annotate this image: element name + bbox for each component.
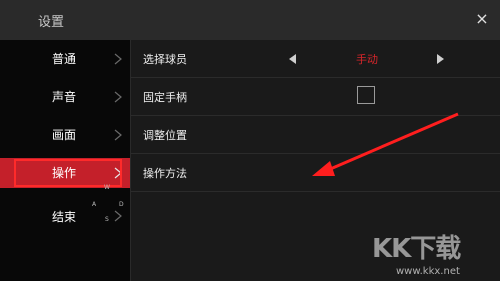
settings-sidebar: 普通 声音 画面 操作 结束 xyxy=(0,40,130,281)
fixed-joystick-checkbox[interactable] xyxy=(357,86,375,104)
sidebar-item-controls[interactable]: 操作 xyxy=(0,158,130,188)
window-title: 设置 xyxy=(38,15,65,30)
chevron-right-icon xyxy=(114,167,122,179)
prev-option-button[interactable] xyxy=(289,54,296,64)
sidebar-item-sound[interactable]: 声音 xyxy=(0,78,130,116)
sidebar-item-display[interactable]: 画面 xyxy=(0,116,130,154)
chevron-right-icon xyxy=(114,91,122,103)
next-option-button[interactable] xyxy=(437,54,444,64)
row-label: 调整位置 xyxy=(143,129,187,142)
watermark-url: www.kkx.net xyxy=(396,266,460,277)
select-player-value: 手动 xyxy=(356,53,378,66)
row-select-player: 选择球员 手动 xyxy=(131,40,500,78)
watermark-logo: KK下载 xyxy=(372,234,461,264)
sidebar-item-label: 普通 xyxy=(52,52,77,66)
chevron-right-icon xyxy=(114,210,122,222)
row-label: 固定手柄 xyxy=(143,91,187,104)
sidebar-item-label: 结束 xyxy=(52,210,77,224)
chevron-right-icon xyxy=(114,129,122,141)
key-hint-d: D xyxy=(119,201,124,208)
row-control-method[interactable]: 操作方法 xyxy=(131,154,500,192)
title-bar: 设置 × xyxy=(0,0,500,40)
chevron-right-icon xyxy=(114,53,122,65)
sidebar-item-general[interactable]: 普通 xyxy=(0,40,130,78)
sidebar-item-label: 声音 xyxy=(52,90,77,104)
key-hint-s: S xyxy=(105,216,109,223)
sidebar-item-label: 画面 xyxy=(52,128,77,142)
row-label: 操作方法 xyxy=(143,167,187,180)
close-icon[interactable]: × xyxy=(474,9,490,29)
row-adjust-position[interactable]: 调整位置 xyxy=(131,116,500,154)
sidebar-item-label: 操作 xyxy=(52,166,77,180)
sidebar-item-exit[interactable]: 结束 xyxy=(0,196,130,234)
key-hint-w: W xyxy=(104,184,110,191)
row-fixed-joystick: 固定手柄 xyxy=(131,78,500,116)
key-hint-a: A xyxy=(92,201,97,208)
row-label: 选择球员 xyxy=(143,53,187,66)
